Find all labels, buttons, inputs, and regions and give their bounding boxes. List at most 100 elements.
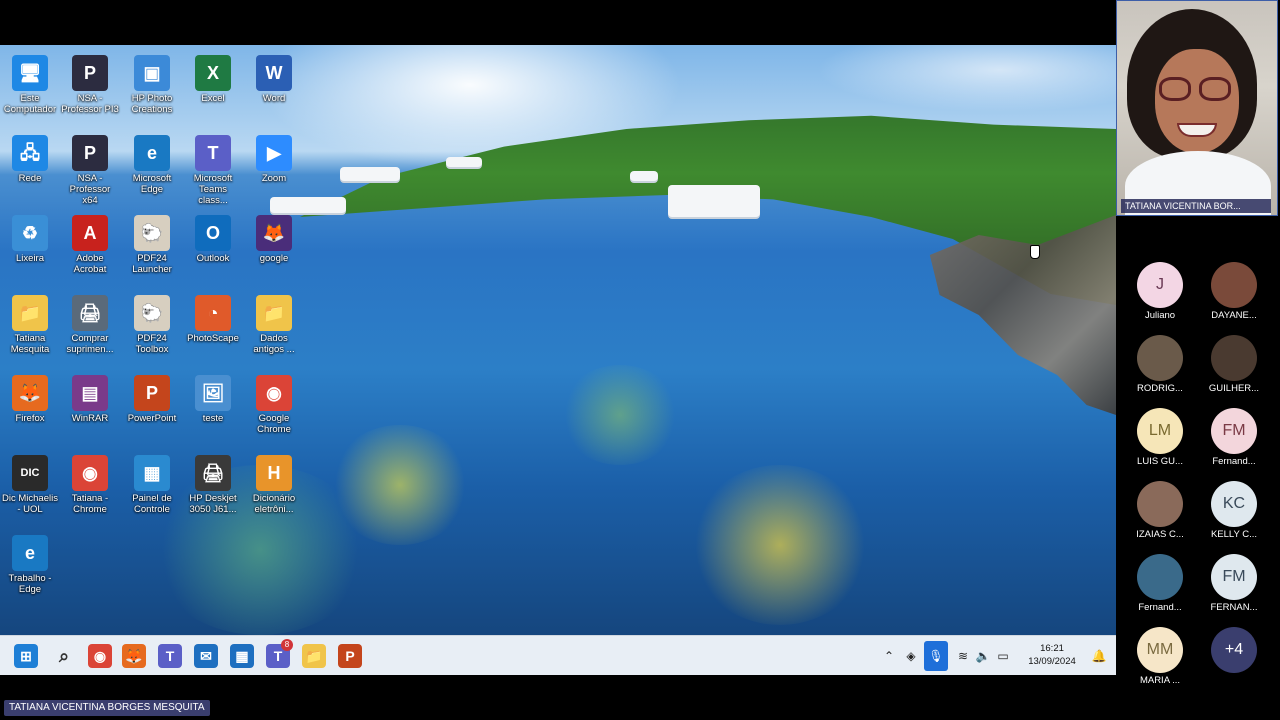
desktop-icon-lixeira[interactable]: ♻ Lixeira (0, 211, 60, 291)
desktop-icon-hp-deskjet[interactable]: 🖨 HP Deskjet 3050 J61... (183, 451, 243, 531)
trabalho-edge-icon: e (12, 535, 48, 571)
participant-name: KELLY C... (1210, 529, 1258, 540)
powerpoint-icon: P (134, 375, 170, 411)
desktop-icon-pdf24-toolbox[interactable]: 🐑 PDF24 Toolbox (122, 291, 182, 371)
presenter-name-label: TATIANA VICENTINA BORGES MESQUITA (4, 700, 210, 716)
notification-bell-icon[interactable]: 🔔 (1090, 647, 1108, 665)
participant-dayane[interactable]: DAYANE... (1204, 262, 1264, 324)
desktop-icon-label: NSA - Professor PI3 (61, 93, 119, 115)
desktop-icon-comprar-suprimentos[interactable]: 🖨 Comprar suprimen... (60, 291, 120, 371)
google-icon: 🦊 (256, 215, 292, 251)
desktop-icon-label: PowerPoint (127, 413, 177, 424)
participant-name: GUILHER... (1208, 383, 1260, 394)
participant-avatar: FM (1211, 408, 1257, 454)
participant-izaias[interactable]: IZAIAS C... (1130, 481, 1190, 543)
desktop-icon-label: Dados antigos ... (253, 333, 295, 355)
participant-name: RODRIG... (1137, 383, 1183, 394)
desktop-icon-teste[interactable]: 🖼 teste (183, 371, 243, 451)
desktop-icon-excel[interactable]: X Excel (183, 51, 243, 131)
lixeira-icon: ♻ (12, 215, 48, 251)
participant-juliano[interactable]: J Juliano (1130, 262, 1190, 324)
desktop-icon-microsoft-edge[interactable]: e Microsoft Edge (122, 131, 182, 211)
desktop-icon-label: NSA - Professor x64 (69, 173, 111, 206)
taskbar-file-explorer-icon[interactable]: 📁 (302, 644, 326, 668)
nsa-professor-pi3-icon: P (72, 55, 108, 91)
desktop-icon-tatiana-chrome[interactable]: ◉ Tatiana - Chrome (60, 451, 120, 531)
active-speaker-video[interactable]: TATIANA VICENTINA BOR... (1116, 0, 1278, 216)
desktop-icon-photoscape[interactable]: ◔ PhotoScape (183, 291, 243, 371)
desktop-icon-rede[interactable]: 🖧 Rede (0, 131, 60, 211)
participant-avatar (1137, 335, 1183, 381)
participant-luis[interactable]: LM LUIS GU... (1130, 408, 1190, 470)
taskbar-start-icon[interactable]: ⊞ (14, 644, 38, 668)
participant-guilherme[interactable]: GUILHER... (1204, 335, 1264, 397)
taskbar-clock[interactable]: 16:21 13/09/2024 (1022, 642, 1082, 668)
taskbar-powerpoint-icon[interactable]: P (338, 644, 362, 668)
tatiana-chrome-icon: ◉ (72, 455, 108, 491)
desktop-icon-microsoft-teams[interactable]: T Microsoft Teams class... (183, 131, 243, 211)
desktop-icon-adobe-acrobat[interactable]: A Adobe Acrobat (60, 211, 120, 291)
participant-avatar: J (1137, 262, 1183, 308)
participant-fernanda-1[interactable]: FM Fernand... (1204, 408, 1264, 470)
taskbar-chrome-icon[interactable]: ◉ (88, 644, 112, 668)
participant-rodrigo[interactable]: RODRIG... (1130, 335, 1190, 397)
desktop-icon-zoom[interactable]: ▶ Zoom (244, 131, 304, 211)
wifi-icon[interactable]: ≋ (954, 647, 972, 665)
more-participants-button: +4 (1211, 627, 1257, 673)
zoom-icon: ▶ (256, 135, 292, 171)
volume-icon[interactable]: 🔈 (974, 647, 992, 665)
mouse-cursor (1030, 245, 1040, 259)
participant-fernanda-3[interactable]: FM FERNAN... (1204, 554, 1264, 616)
desktop-icon-outlook[interactable]: O Outlook (183, 211, 243, 291)
dados-antigos-icon: 📁 (256, 295, 292, 331)
taskbar-search-icon[interactable]: ⌕ (52, 644, 76, 668)
wallpaper-rocks (929, 215, 1116, 415)
desktop-icon-powerpoint[interactable]: P PowerPoint (122, 371, 182, 451)
nsa-professor-x64-icon: P (72, 135, 108, 171)
desktop-icon-word[interactable]: W Word (244, 51, 304, 131)
desktop-icon-nsa-professor-pi3[interactable]: P NSA - Professor PI3 (60, 51, 120, 131)
desktop-icon-dic-michaelis[interactable]: DIC Dic Michaelis - UOL (0, 451, 60, 531)
microphone-icon[interactable]: 🎙 (924, 641, 948, 671)
desktop-icon-google[interactable]: 🦊 google (244, 211, 304, 291)
desktop-icon-este-computador[interactable]: 🖥 Este Computador (0, 51, 60, 131)
participant-avatar (1211, 335, 1257, 381)
photoscape-icon: ◔ (195, 295, 231, 331)
desktop-icon-dados-antigos[interactable]: 📁 Dados antigos ... (244, 291, 304, 371)
taskbar-store-icon[interactable]: ▦ (230, 644, 254, 668)
dicionario-eletronico-icon: H (256, 455, 292, 491)
rede-icon: 🖧 (12, 135, 48, 171)
desktop-icon-nsa-professor-x64[interactable]: P NSA - Professor x64 (60, 131, 120, 211)
participant-fernanda-2[interactable]: Fernand... (1130, 554, 1190, 616)
desktop-icon-google-chrome[interactable]: ◉ Google Chrome (244, 371, 304, 451)
chevron-up-icon[interactable]: ⌃ (880, 647, 898, 665)
excel-icon: X (195, 55, 231, 91)
desktop-icon-hp-photo-creations[interactable]: ▣ HP Photo Creations (122, 51, 182, 131)
desktop-icon-painel-controle[interactable]: ▦ Painel de Controle (122, 451, 182, 531)
participant-more[interactable]: +4 (1204, 627, 1264, 689)
winrar-icon: ▤ (72, 375, 108, 411)
desktop-icon-label: Google Chrome (257, 413, 291, 435)
desktop-icon-trabalho-edge[interactable]: e Trabalho - Edge (0, 531, 60, 611)
taskbar: ⊞ ⌕ ◉ 🦊 T ✉ ▦ T 8 📁 P ⌃ ◈ 🎙 ≋ 🔈 ▭ 16:21 13/09/2024… (0, 635, 1116, 675)
desktop-icon-dicionario-eletronico[interactable]: H Dicionário eletrôni... (244, 451, 304, 531)
participant-avatar: FM (1211, 554, 1257, 600)
desktop-icon-label: teste (202, 413, 224, 424)
desktop-icon-winrar[interactable]: ▤ WinRAR (60, 371, 120, 451)
participant-maria[interactable]: MM MARIA ... (1130, 627, 1190, 689)
participant-kelly[interactable]: KC KELLY C... (1204, 481, 1264, 543)
clock-date: 13/09/2024 (1028, 656, 1076, 667)
desktop-icon-label: Outlook (196, 253, 230, 264)
desktop-icon-label: WinRAR (71, 413, 109, 424)
participant-avatar (1211, 262, 1257, 308)
taskbar-mail-icon[interactable]: ✉ (194, 644, 218, 668)
taskbar-firefox-icon[interactable]: 🦊 (122, 644, 146, 668)
desktop-icon-tatiana-mesquita[interactable]: 📁 Tatiana Mesquita (0, 291, 60, 371)
taskbar-teams-chat-icon[interactable]: T (158, 644, 182, 668)
participant-name: Fernand... (1138, 602, 1182, 613)
desktop-icon-label: Dic Michaelis - UOL (2, 493, 58, 515)
battery-icon[interactable]: ▭ (994, 647, 1012, 665)
security-icon[interactable]: ◈ (902, 647, 920, 665)
desktop-icon-firefox[interactable]: 🦊 Firefox (0, 371, 60, 451)
desktop-icon-pdf24-launcher[interactable]: 🐑 PDF24 Launcher (122, 211, 182, 291)
